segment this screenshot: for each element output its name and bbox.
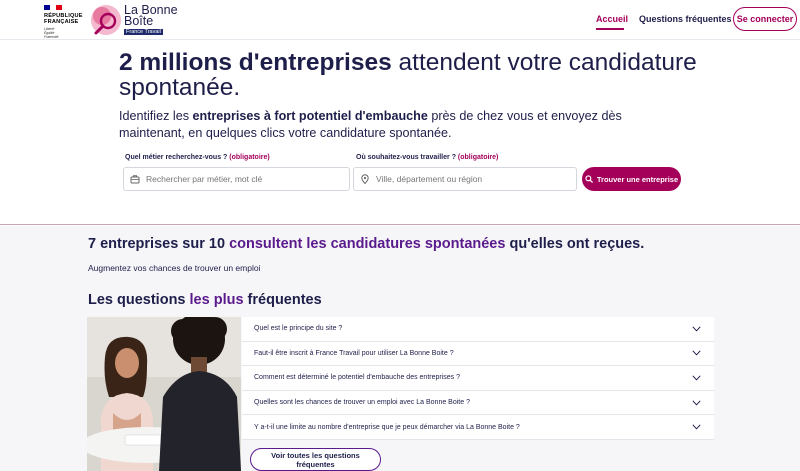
faq-question: Quelles sont les chances de trouver un e… [254,399,470,407]
chevron-down-icon [692,375,701,381]
stats-highlight: consultent les candidatures spontanées [229,236,506,252]
faq-item[interactable]: Faut-il être inscrit à France Travail po… [242,342,714,367]
faq-question: Y a-t-il une limite au nombre d'entrepri… [254,423,520,431]
chevron-down-icon [692,424,701,430]
french-flag-icon [44,5,62,10]
briefcase-icon [124,174,146,184]
france-travail-badge: France Travail [124,29,163,35]
place-field-label: Où souhaitez-vous travailler ? (obligato… [356,154,498,161]
stats-rest: qu'elles ont reçues. [505,236,645,252]
faq-heading: Les questions les plus fréquentes [88,292,322,308]
nav-faq-link[interactable]: Questions fréquentes [639,14,732,24]
search-icon [585,175,593,183]
faq-question: Comment est déterminé le potentiel d'emb… [254,374,461,382]
hero-title: 2 millions d'entreprises attendent votre… [119,50,719,100]
job-field-label: Quel métier recherchez-vous ? (obligatoi… [125,154,270,161]
faq-item[interactable]: Y a-t-il une limite au nombre d'entrepri… [242,415,714,440]
login-button[interactable]: Se connecter [733,7,797,31]
chevron-down-icon [692,400,701,406]
hero-subtitle-pre: Identifiez les [119,109,193,123]
find-company-label: Trouver une entreprise [596,174,679,184]
faq-item[interactable]: Comment est déterminé le potentiel d'emb… [242,366,714,391]
place-label-text: Où souhaitez-vous travailler ? [356,154,456,161]
brand-name[interactable]: La Bonne Boîte [124,4,178,28]
job-search-input[interactable] [146,174,336,184]
hero-section: 2 millions d'entreprises attendent votre… [0,40,800,225]
chevron-down-icon [692,326,701,332]
brand-line2: Boîte [124,14,154,28]
job-required-text: (obligatoire) [229,154,270,161]
location-pin-icon [354,174,376,184]
hero-subtitle: Identifiez les entreprises à fort potent… [119,108,689,142]
republic-line2: FRANÇAISE [44,19,79,25]
faq-title-post: fréquentes [243,292,322,308]
chevron-down-icon [692,350,701,356]
faq-item[interactable]: Quel est le principe du site ? [242,317,714,342]
see-all-faq-button[interactable]: Voir toutes les questions fréquentes [250,448,381,471]
faq-question: Faut-il être inscrit à France Travail po… [254,349,454,357]
job-search-field[interactable] [123,167,350,191]
motto-fraternite: Fraternité [44,35,59,39]
stats-heading: 7 entreprises sur 10 consultent les cand… [88,236,644,252]
place-search-field[interactable] [353,167,577,191]
stats-bold: 7 entreprises sur 10 [88,236,226,252]
stats-subtitle: Augmentez vos chances de trouver un empl… [88,263,261,273]
nav-active-indicator [596,28,624,30]
republique-francaise-logo[interactable]: RÉPUBLIQUE FRANÇAISE Liberté Égalité Fra… [44,5,88,39]
nav-home-link[interactable]: Accueil [596,14,628,24]
find-company-button[interactable]: Trouver une entreprise [582,167,681,191]
job-label-text: Quel métier recherchez-vous ? [125,154,228,161]
la-bonne-boite-logo-icon[interactable] [90,4,122,36]
hero-subtitle-bold: entreprises à fort potentiel d'embauche [192,109,428,123]
place-required-text: (obligatoire) [457,154,499,161]
job-interview-photo [87,317,241,471]
faq-accordion: Quel est le principe du site ? Faut-il ê… [242,317,714,440]
faq-title-highlight: les plus [189,292,244,308]
place-search-input[interactable] [376,174,566,184]
faq-question: Quel est le principe du site ? [254,325,343,333]
hero-title-bold: 2 millions d'entreprises [119,49,392,76]
site-header: RÉPUBLIQUE FRANÇAISE Liberté Égalité Fra… [0,0,800,40]
faq-item[interactable]: Quelles sont les chances de trouver un e… [242,391,714,416]
faq-title-pre: Les questions [88,292,190,308]
info-section: 7 entreprises sur 10 consultent les cand… [0,226,800,471]
